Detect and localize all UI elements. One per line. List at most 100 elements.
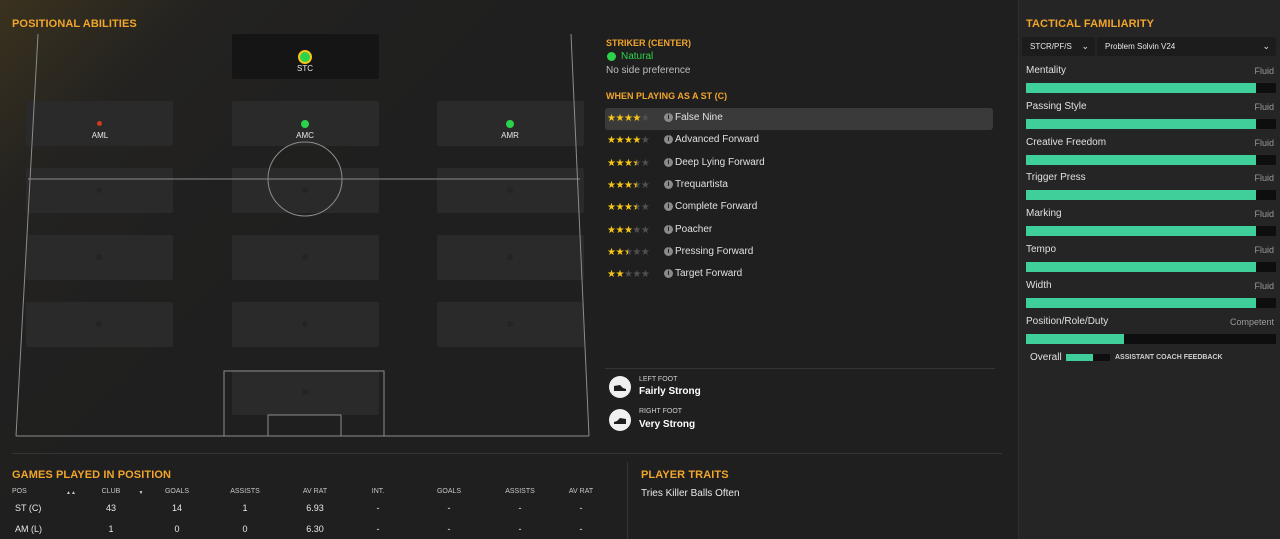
table-cell: 1 xyxy=(108,524,114,534)
star-icon: ★ xyxy=(632,135,641,147)
familiarity-name: Trigger Press xyxy=(1026,172,1086,184)
familiarity-bar xyxy=(1026,226,1276,237)
star-icon: ★ xyxy=(615,113,624,124)
info-icon[interactable]: i xyxy=(664,202,673,212)
role-select[interactable]: STCR/PF/S ⌄ xyxy=(1022,37,1095,56)
section-divider xyxy=(12,453,1002,454)
ghost-dot xyxy=(302,254,308,260)
right-foot-value: Very Strong xyxy=(639,419,696,430)
info-icon[interactable]: i xyxy=(664,135,673,145)
star-icon: ★ xyxy=(640,179,650,191)
column-header[interactable]: AV RAT xyxy=(290,488,340,495)
role-star-rating: ★★★★★ xyxy=(607,224,650,236)
column-header[interactable]: ASSISTS xyxy=(215,488,275,495)
table-cell: - xyxy=(579,503,583,513)
position-label-amc: AMC xyxy=(296,131,314,140)
star-icon: ★ xyxy=(615,135,624,147)
column-header[interactable]: POS xyxy=(12,488,62,495)
left-foot-label: LEFT FOOT xyxy=(639,376,678,383)
role-row[interactable]: ★★★★★ i Advanced Forward xyxy=(605,130,993,152)
info-icon[interactable]: i xyxy=(664,246,673,256)
role-row[interactable]: ★★★★★ i Deep Lying Forward xyxy=(605,153,993,175)
role-name: False Nine xyxy=(675,112,723,123)
role-row[interactable]: ★★★★★ i Poacher xyxy=(605,220,993,242)
star-icon: ★ xyxy=(615,224,624,236)
familiarity-name: Tempo xyxy=(1026,244,1057,255)
trait-item: Tries Killer Balls Often xyxy=(641,488,740,499)
familiarity-value: Fluid xyxy=(1254,66,1274,76)
info-icon[interactable]: i xyxy=(664,113,673,122)
table-cell: - xyxy=(518,503,522,513)
ghost-dot xyxy=(507,254,513,260)
star-icon: ★ xyxy=(615,246,624,258)
star-icon: ★ xyxy=(615,202,624,214)
aml-rating-dot xyxy=(97,121,102,126)
right-foot-label: RIGHT FOOT xyxy=(639,408,683,415)
role-row[interactable]: ★★★★★ i Trequartista xyxy=(605,175,993,197)
star-icon: ★ xyxy=(632,246,641,258)
role-star-rating: ★★★★★ xyxy=(607,202,650,214)
traits-title: PLAYER TRAITS xyxy=(641,469,729,481)
pitch: STC AML AMC AMR xyxy=(14,34,590,437)
natural-dot xyxy=(607,52,616,61)
overall-bar-fill xyxy=(1066,354,1094,361)
familiarity-bar-fill xyxy=(1026,190,1256,201)
star-icon: ★ xyxy=(640,202,650,214)
table-cell: - xyxy=(376,524,380,534)
tactic-select[interactable]: Problem Solvin V24 ⌄ xyxy=(1097,37,1276,56)
familiarity-bar-fill xyxy=(1026,118,1256,129)
familiarity-name: Position/Role/Duty xyxy=(1026,315,1109,327)
table-cell: 43 xyxy=(105,503,116,513)
star-icon: ★ xyxy=(640,113,650,124)
familiarity-value: Fluid xyxy=(1254,173,1274,184)
role-star-rating: ★★★★★ xyxy=(607,135,650,147)
column-header[interactable]: ASSISTS xyxy=(490,488,550,495)
sort-asc-icon[interactable]: ▲▲ xyxy=(66,490,76,496)
role-star-rating: ★★★★★ xyxy=(607,157,650,169)
sort-desc-icon[interactable]: ▼ xyxy=(137,490,145,496)
role-row[interactable]: ★★★★★ i Pressing Forward xyxy=(605,242,993,264)
familiarity-bar xyxy=(1026,118,1276,129)
info-icon[interactable]: i xyxy=(664,157,673,167)
ghost-dot xyxy=(302,187,308,193)
info-icon[interactable]: i xyxy=(664,179,673,189)
familiarity-name: Passing Style xyxy=(1026,100,1087,112)
column-header[interactable]: CLUB xyxy=(86,488,136,495)
familiarity-value: Fluid xyxy=(1254,137,1274,148)
ghost-dot xyxy=(302,321,308,327)
feedback-label[interactable]: ASSISTANT COACH FEEDBACK xyxy=(1115,354,1223,361)
role-row[interactable]: ★★★★★ i Complete Forward xyxy=(605,197,993,219)
role-name: Advanced Forward xyxy=(675,134,759,146)
chevron-down-icon: ⌄ xyxy=(1081,41,1089,51)
role-row[interactable]: ★★★★★ i False Nine xyxy=(605,108,993,130)
star-icon: ★ xyxy=(640,224,650,236)
ghost-dot xyxy=(302,389,308,395)
familiarity-name: Width xyxy=(1026,279,1052,291)
table-cell: - xyxy=(447,503,451,513)
familiarity-bar-fill xyxy=(1026,83,1256,93)
column-header[interactable]: GOALS xyxy=(424,488,474,495)
familiarity-name: Mentality xyxy=(1026,65,1067,76)
familiarity-bar xyxy=(1026,333,1276,344)
vertical-divider xyxy=(627,462,628,539)
right-boot-icon xyxy=(609,409,631,431)
table-cell: 0 xyxy=(242,524,248,534)
column-header[interactable]: GOALS xyxy=(152,488,202,495)
table-cell: - xyxy=(518,524,522,534)
ghost-dot xyxy=(507,187,513,193)
position-label-aml: AML xyxy=(91,131,109,140)
familiarity-name: Marking xyxy=(1026,208,1062,220)
divider xyxy=(605,368,995,369)
familiarity-bar xyxy=(1026,190,1276,201)
star-icon: ★ xyxy=(632,202,641,214)
star-icon: ★ xyxy=(632,113,641,124)
column-header[interactable]: INT. xyxy=(358,488,398,495)
amr-rating-dot xyxy=(506,120,514,128)
familiarity-bar-fill xyxy=(1026,297,1256,308)
info-icon[interactable]: i xyxy=(664,269,673,279)
star-icon: ★ xyxy=(632,157,641,169)
info-icon[interactable]: i xyxy=(664,224,673,234)
column-header[interactable]: AV RAT xyxy=(556,488,606,495)
role-row[interactable]: ★★★★★ i Target Forward xyxy=(605,264,993,286)
star-icon: ★ xyxy=(632,179,641,191)
